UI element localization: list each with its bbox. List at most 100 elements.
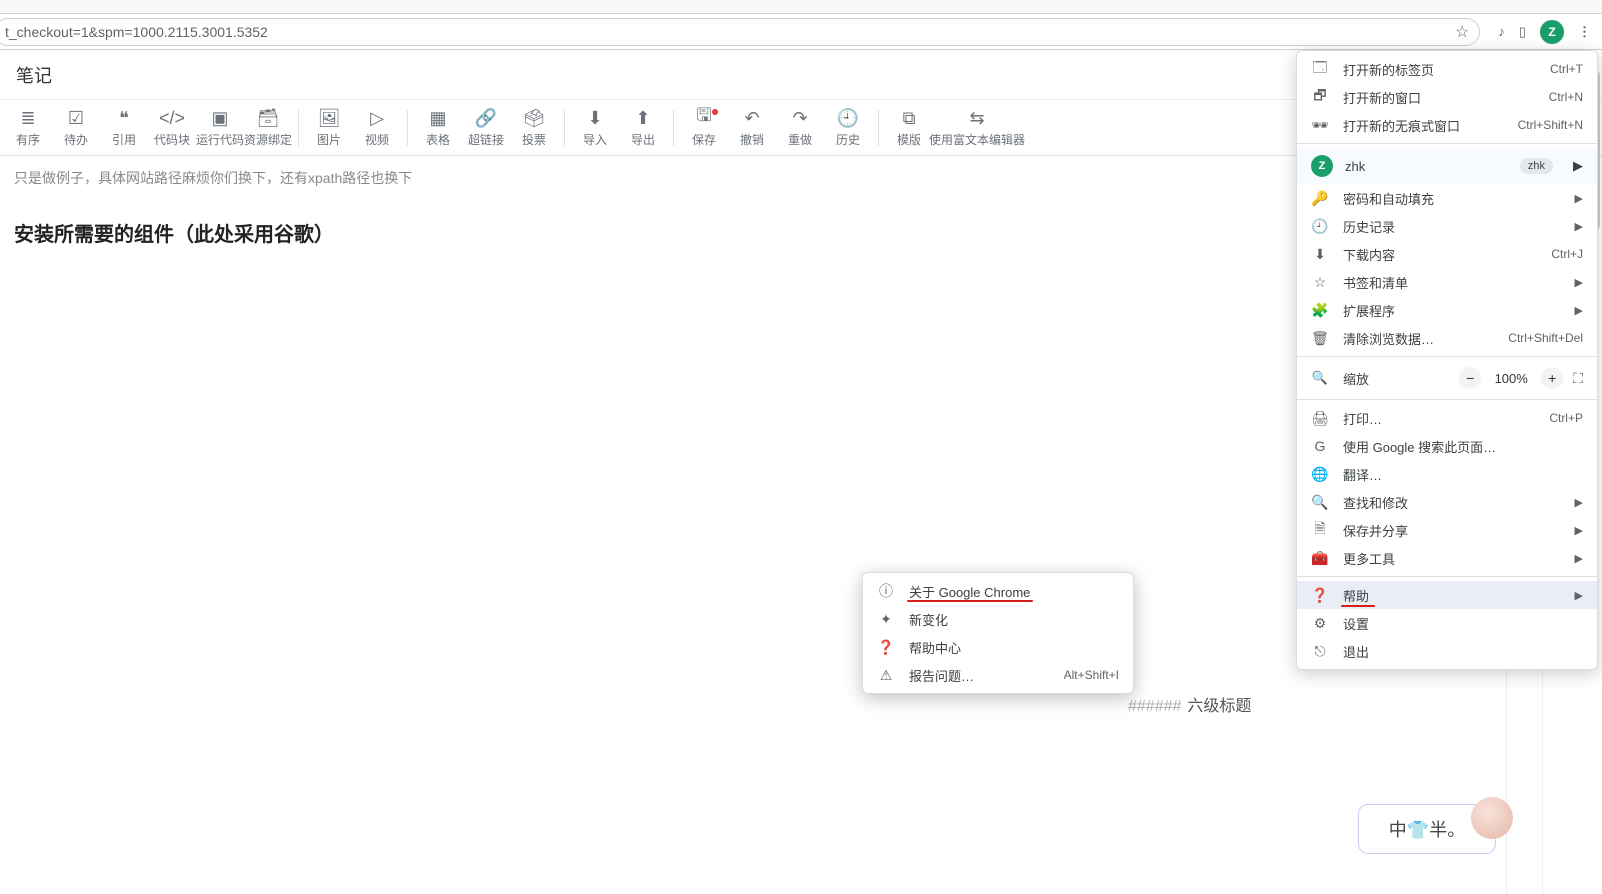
editor-heading: 安装所需要的组件（此处采用谷歌）: [14, 218, 1492, 247]
side-panel-icon[interactable]: ▯: [1519, 24, 1526, 40]
toolbar-icon: ⬇: [587, 107, 602, 129]
zoom-in-button[interactable]: +: [1541, 367, 1563, 389]
menu-帮助[interactable]: ❓帮助▶: [1297, 581, 1597, 609]
toolbar-有序[interactable]: ≣ 有序: [4, 102, 52, 154]
menu-扩展程序[interactable]: 🧩扩展程序▶: [1297, 296, 1597, 324]
menu-icon: 🔑: [1311, 190, 1329, 207]
menu-密码和自动填充[interactable]: 🔑密码和自动填充▶: [1297, 184, 1597, 212]
toolbar-label: 保存: [692, 131, 716, 148]
menu-设置[interactable]: ⚙设置: [1297, 609, 1597, 637]
ad-avatar: [1471, 797, 1513, 839]
toolbar-导出[interactable]: ⬆ 导出: [619, 102, 667, 154]
chevron-right-icon: ▶: [1575, 220, 1583, 233]
menu-profile[interactable]: Zzhkzhk▶: [1297, 148, 1597, 184]
menu-书签和清单[interactable]: ☆书签和清单▶: [1297, 268, 1597, 296]
menu-label: 扩展程序: [1343, 301, 1561, 320]
menu-icon: 🗎: [1311, 518, 1329, 542]
chevron-right-icon: ▶: [1575, 496, 1583, 509]
toolbar-label: 导出: [631, 131, 655, 148]
menu-打开新的无痕式窗口[interactable]: 🕶打开新的无痕式窗口Ctrl+Shift+N: [1297, 111, 1597, 139]
menu-关于 Google Chrome[interactable]: ⓘ关于 Google Chrome: [863, 577, 1133, 605]
menu-历史记录[interactable]: 🕘历史记录▶: [1297, 212, 1597, 240]
menu-打开新的标签页[interactable]: 🗔打开新的标签页Ctrl+T: [1297, 55, 1597, 83]
toolbar-资源绑定[interactable]: 🗃资源绑定: [244, 102, 292, 154]
chevron-right-icon: ▶: [1575, 589, 1583, 602]
menu-报告问题…[interactable]: ⚠报告问题…Alt+Shift+I: [863, 661, 1133, 689]
zoom-icon: 🔍: [1311, 370, 1329, 386]
toolbar-label: 超链接: [468, 131, 504, 148]
toolbar-使用富文本编辑器[interactable]: ⇆使用富文本编辑器: [933, 102, 1021, 154]
menu-退出[interactable]: ⎋退出: [1297, 637, 1597, 665]
toolbar-label: 表格: [426, 131, 450, 148]
address-actions: ♪ ▯ Z ⋮: [1486, 20, 1602, 44]
toolbar-运行代码[interactable]: ▣运行代码: [196, 102, 244, 154]
menu-打开新的窗口[interactable]: 🗗打开新的窗口Ctrl+N: [1297, 83, 1597, 111]
profile-avatar[interactable]: Z: [1540, 20, 1564, 44]
editor-pane[interactable]: 只是做例子，具体网站路径麻烦你们换下，还有xpath路径也换下 安装所需要的组件…: [0, 156, 1506, 894]
toolbar-导入[interactable]: ⬇导入: [571, 102, 619, 154]
toolbar-icon: 🗃: [257, 107, 280, 129]
bottom-ad[interactable]: 中👕半。: [1358, 804, 1496, 854]
toolbar-保存[interactable]: 🖫保存: [680, 102, 728, 154]
zoom-pct: 100%: [1491, 371, 1531, 386]
menu-保存并分享[interactable]: 🗎保存并分享▶: [1297, 516, 1597, 544]
toolbar-icon: ⇆: [969, 107, 984, 129]
menu-更多工具[interactable]: 🧰更多工具▶: [1297, 544, 1597, 572]
media-icon[interactable]: ♪: [1498, 24, 1505, 39]
toolbar-icon: ☑: [68, 107, 84, 129]
menu-label: 打开新的无痕式窗口: [1343, 116, 1504, 135]
toolbar-待办[interactable]: ☑待办: [52, 102, 100, 154]
menu-icon: 🔍: [1311, 494, 1329, 511]
help-submenu: ⓘ关于 Google Chrome✦新变化❓帮助中心⚠报告问题…Alt+Shif…: [862, 572, 1134, 694]
toolbar-重做[interactable]: ↷重做: [776, 102, 824, 154]
toolbar-撤销[interactable]: ↶撤销: [728, 102, 776, 154]
h6-outline-item[interactable]: ######六级标题: [1128, 692, 1251, 716]
menu-label: 打开新的窗口: [1343, 88, 1535, 107]
toolbar-模版[interactable]: ⧉模版: [885, 102, 933, 154]
menu-打印…[interactable]: 🖨打印…Ctrl+P: [1297, 404, 1597, 432]
menu-label: 密码和自动填充: [1343, 189, 1561, 208]
toolbar-引用[interactable]: ❝引用: [100, 102, 148, 154]
fullscreen-icon[interactable]: ⛶: [1573, 370, 1583, 387]
toolbar-label: 投票: [522, 131, 546, 148]
kebab-menu-icon[interactable]: ⋮: [1578, 24, 1590, 40]
menu-label: 新变化: [909, 610, 1119, 629]
menu-icon: ⚠: [877, 667, 895, 684]
menu-label: 历史记录: [1343, 217, 1561, 236]
menu-label: 打印…: [1343, 409, 1535, 428]
menu-label: 查找和修改: [1343, 493, 1561, 512]
menu-查找和修改[interactable]: 🔍 查找和修改 ▶: [1297, 488, 1597, 516]
toolbar-label: 有序: [16, 131, 40, 148]
menu-使用 Google 搜索此页面…[interactable]: G使用 Google 搜索此页面…: [1297, 432, 1597, 460]
toolbar-icon: ≣: [20, 107, 35, 129]
toolbar-投票[interactable]: 🗳投票: [510, 102, 558, 154]
bookmark-star-icon[interactable]: ☆: [1455, 22, 1469, 42]
omnibox[interactable]: t_checkout=1&spm=1000.2115.3001.5352 ☆: [0, 18, 1480, 46]
menu-label: 打开新的标签页: [1343, 60, 1536, 79]
menu-label: 保存并分享: [1343, 521, 1561, 540]
menu-label: 翻译…: [1343, 465, 1583, 484]
toolbar-表格[interactable]: ▦ 表格: [414, 102, 462, 154]
menu-帮助中心[interactable]: ❓帮助中心: [863, 633, 1133, 661]
toolbar-label: 使用富文本编辑器: [929, 131, 1025, 148]
chevron-right-icon: ▶: [1573, 158, 1583, 174]
toolbar-图片[interactable]: 🖼图片: [305, 102, 353, 154]
menu-icon: ❓: [877, 639, 895, 656]
editor-tip: 只是做例子，具体网站路径麻烦你们换下，还有xpath路径也换下: [14, 168, 1492, 188]
toolbar-超链接[interactable]: 🔗超链接: [462, 102, 510, 154]
toolbar-视频[interactable]: ▷视频: [353, 102, 401, 154]
toolbar-历史[interactable]: 🕘历史: [824, 102, 872, 154]
zoom-out-button[interactable]: −: [1459, 367, 1481, 389]
menu-label: 更多工具: [1343, 549, 1561, 568]
toolbar-icon: ⬆: [635, 107, 650, 129]
toolbar-icon: ▦: [429, 107, 446, 129]
chevron-right-icon: ▶: [1575, 276, 1583, 289]
menu-下载内容[interactable]: ⬇下载内容Ctrl+J: [1297, 240, 1597, 268]
toolbar-label: 代码块: [154, 131, 190, 148]
menu-翻译…[interactable]: 🌐翻译…: [1297, 460, 1597, 488]
toolbar-代码块[interactable]: </>代码块: [148, 102, 196, 154]
menu-新变化[interactable]: ✦新变化: [863, 605, 1133, 633]
toolbar-icon: 🖼: [318, 107, 341, 129]
tabstrip: [0, 0, 1602, 14]
menu-清除浏览数据…[interactable]: 🗑清除浏览数据…Ctrl+Shift+Del: [1297, 324, 1597, 352]
